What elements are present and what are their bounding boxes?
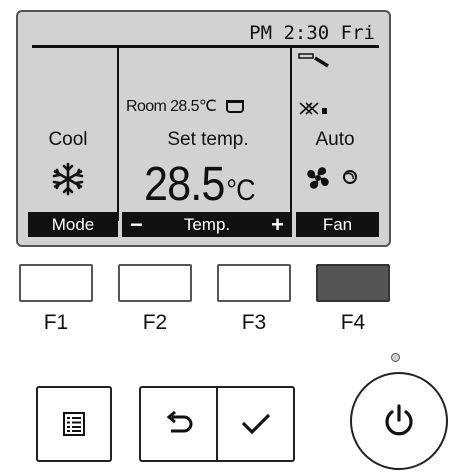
fan-label-bar: Fan <box>296 212 379 237</box>
f2-button[interactable] <box>118 264 192 302</box>
f1-label: F1 <box>43 311 69 334</box>
f3-button[interactable] <box>217 264 291 302</box>
fan-icon <box>307 167 357 189</box>
f3-label: F3 <box>241 311 267 334</box>
clock-text: PM 2:30 Fri <box>249 22 375 44</box>
f4-label: F4 <box>340 311 366 334</box>
louver-icon <box>299 102 327 115</box>
confirm-button[interactable] <box>218 388 293 460</box>
operation-lamp <box>391 353 400 362</box>
power-icon <box>385 404 413 436</box>
f1-button[interactable] <box>19 264 93 302</box>
mode-label: Cool <box>48 129 88 150</box>
check-icon <box>241 413 270 435</box>
room-temp-text: Room 28.5℃ <box>126 98 217 115</box>
vane-icon <box>298 53 329 68</box>
divider <box>32 45 379 48</box>
temp-label: Temp. <box>183 214 231 234</box>
temp-plus-label: + <box>271 211 284 237</box>
room-sensor-icon <box>226 100 245 113</box>
mode-label-bar: Mode <box>28 212 118 237</box>
return-button[interactable] <box>141 388 218 460</box>
divider <box>117 48 119 221</box>
set-temp-display: 28.5°C <box>144 157 256 212</box>
temp-minus-label: − <box>130 211 143 237</box>
f2-label: F2 <box>142 311 168 334</box>
f4-button[interactable] <box>316 264 390 302</box>
temp-label-bar: − Temp. + <box>122 212 292 237</box>
set-temp-unit: °C <box>226 174 255 207</box>
power-button[interactable] <box>350 372 448 470</box>
return-confirm-buttons <box>139 386 295 462</box>
set-temp-label: Set temp. <box>167 129 249 150</box>
lcd-display: PM 2:30 Fri Cool Room 28.5℃ Set temp. 28… <box>16 10 391 247</box>
menu-icon <box>63 412 85 436</box>
return-icon <box>166 411 192 433</box>
menu-button[interactable] <box>36 386 112 462</box>
fan-speed-label: Auto <box>315 129 355 150</box>
snowflake-icon <box>52 162 84 196</box>
set-temp-value: 28.5 <box>144 158 225 211</box>
function-bar: Mode − Temp. + Fan <box>28 212 379 237</box>
room-temp: Room 28.5℃ <box>126 96 245 116</box>
